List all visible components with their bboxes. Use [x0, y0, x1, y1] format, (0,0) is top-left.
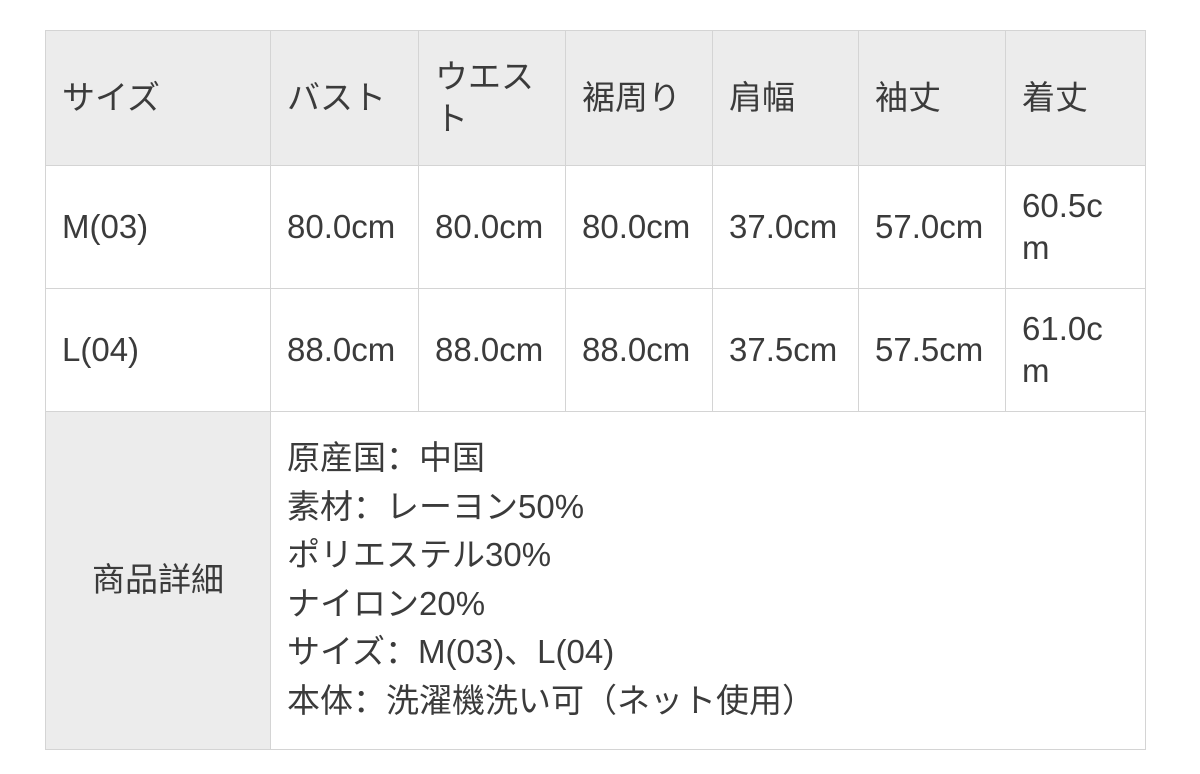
table-row: M(03) 80.0cm 80.0cm 80.0cm 37.0cm 57.0cm… — [45, 165, 1146, 289]
cell-shoulder-m: 37.0cm — [712, 165, 859, 289]
product-detail-row: 商品詳細 原産国：中国 素材：レーヨン50% ポリエステル30% ナイロン20%… — [45, 411, 1146, 750]
product-spec-page: サイズ バスト ウエスト 裾周り 肩幅 袖丈 着丈 M(03) 80.0cm 8… — [0, 0, 1200, 774]
cell-size-l: L(04) — [45, 288, 271, 412]
cell-length-l: 61.0cm — [1005, 288, 1146, 412]
detail-line-washing: 本体：洗濯機洗い可（ネット使用） — [287, 681, 815, 719]
cell-size-m: M(03) — [45, 165, 271, 289]
detail-line-material: 素材：レーヨン50% — [287, 487, 585, 525]
size-spec-table: サイズ バスト ウエスト 裾周り 肩幅 袖丈 着丈 M(03) 80.0cm 8… — [45, 30, 1146, 750]
column-header-hem: 裾周り — [565, 30, 713, 166]
cell-length-m: 60.5cm — [1005, 165, 1146, 289]
product-detail-body: 原産国：中国 素材：レーヨン50% ポリエステル30% ナイロン20% サイズ：… — [270, 411, 1146, 750]
cell-hem-m: 80.0cm — [565, 165, 713, 289]
column-header-size: サイズ — [45, 30, 271, 166]
column-header-bust: バスト — [270, 30, 419, 166]
cell-hem-l: 88.0cm — [565, 288, 713, 412]
detail-line-sizes: サイズ：M(03)、L(04) — [287, 633, 615, 670]
cell-bust-l: 88.0cm — [270, 288, 419, 412]
cell-sleeve-m: 57.0cm — [858, 165, 1006, 289]
product-detail-label: 商品詳細 — [45, 411, 271, 750]
table-header: サイズ バスト ウエスト 裾周り 肩幅 袖丈 着丈 — [45, 30, 1146, 166]
column-header-waist: ウエスト — [418, 30, 566, 166]
detail-line-polyester: ポリエステル30% — [287, 536, 552, 573]
product-detail-lines: 原産国：中国 素材：レーヨン50% ポリエステル30% ナイロン20% サイズ：… — [287, 434, 1129, 725]
cell-waist-l: 88.0cm — [418, 288, 566, 412]
cell-sleeve-l: 57.5cm — [858, 288, 1006, 412]
detail-line-nylon: ナイロン20% — [287, 584, 486, 622]
column-header-length: 着丈 — [1005, 30, 1146, 166]
table-row: L(04) 88.0cm 88.0cm 88.0cm 37.5cm 57.5cm… — [45, 288, 1146, 412]
table-body: M(03) 80.0cm 80.0cm 80.0cm 37.0cm 57.0cm… — [45, 165, 1146, 750]
column-header-sleeve: 袖丈 — [858, 30, 1006, 166]
cell-bust-m: 80.0cm — [270, 165, 419, 289]
cell-shoulder-l: 37.5cm — [712, 288, 859, 412]
cell-waist-m: 80.0cm — [418, 165, 566, 289]
header-row: サイズ バスト ウエスト 裾周り 肩幅 袖丈 着丈 — [45, 30, 1146, 166]
detail-line-origin: 原産国：中国 — [287, 439, 485, 476]
column-header-shoulder: 肩幅 — [712, 30, 859, 166]
